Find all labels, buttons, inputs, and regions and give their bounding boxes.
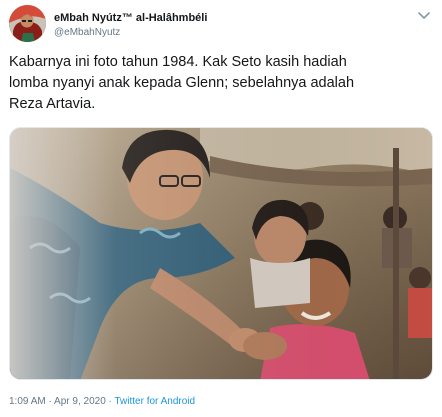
- author-name[interactable]: eMbah Nyútz™ al-Halâhmbéli: [54, 12, 207, 24]
- tweet-header: eMbah Nyútz™ al-Halâhmbéli @eMbahNyutz: [9, 5, 433, 45]
- tweet-source-link[interactable]: Twitter for Android: [114, 396, 195, 407]
- avatar-image: [9, 5, 46, 42]
- author-handle[interactable]: @eMbahNyutz: [54, 27, 120, 38]
- tweet-time[interactable]: 1:09 AM: [9, 396, 46, 407]
- tweet-meta: 1:09 AM · Apr 9, 2020 · Twitter for Andr…: [9, 396, 195, 407]
- avatar[interactable]: [9, 5, 46, 42]
- tweet-photo[interactable]: [9, 127, 433, 380]
- tweet-text: Kabarnya ini foto tahun 1984. Kak Seto k…: [9, 54, 355, 112]
- meta-separator: ·: [45, 396, 55, 407]
- chevron-down-icon[interactable]: [417, 11, 431, 21]
- tweet-date[interactable]: Apr 9, 2020: [54, 396, 106, 407]
- photo-image: [10, 128, 432, 379]
